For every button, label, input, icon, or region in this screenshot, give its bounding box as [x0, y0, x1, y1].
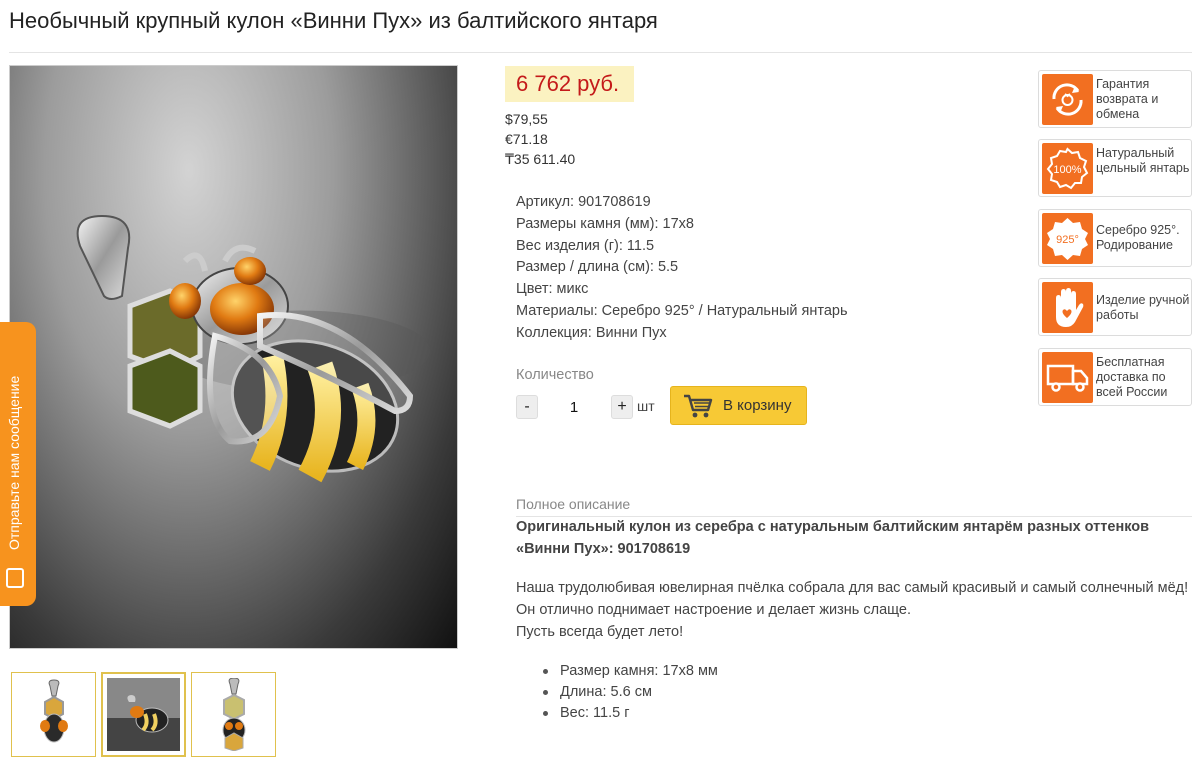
badge-label: Изделие ручной работы	[1096, 293, 1190, 322]
spec-key: Размер / длина (см):	[516, 259, 654, 276]
badge-return-guarantee: Гарантия возврата и обмена	[1038, 70, 1192, 128]
quantity-unit: шт	[637, 398, 655, 414]
badge-label: Бесплатная доставка по всей России	[1096, 355, 1168, 399]
truck-icon	[1042, 352, 1093, 403]
thumbnail-1[interactable]	[11, 672, 96, 757]
quantity-increase-button[interactable]: +	[611, 395, 633, 419]
description-body: Наша трудолюбивая ювелирная пчёлка собра…	[516, 578, 1196, 643]
badge-label: Натуральный цельный янтарь	[1096, 146, 1190, 175]
list-item: Размер камня: 17х8 мм	[543, 661, 718, 682]
spec-value: 5.5	[657, 259, 679, 276]
add-to-cart-button[interactable]: В корзину	[670, 386, 807, 425]
quantity-decrease-button[interactable]: -	[516, 395, 538, 419]
thumbnail-image	[107, 678, 180, 751]
full-description-label: Полное описание	[516, 496, 631, 512]
badge-natural-amber: 100% Натуральный цельный янтарь	[1038, 139, 1192, 197]
silver-925-icon: 925°	[1042, 213, 1093, 264]
spec-value: микс	[556, 281, 589, 298]
price-kzt: ₸35 611.40	[505, 151, 576, 167]
spec-row-materials: Материалы: Серебро 925° / Натуральный янт…	[516, 301, 848, 323]
spec-value: Серебро 925° / Натуральный янтарь	[601, 302, 848, 319]
thumbnail-strip	[11, 672, 276, 757]
price-eur: €71.18	[505, 131, 548, 147]
spec-value: 11.5	[626, 237, 655, 254]
cart-icon	[684, 394, 713, 418]
spec-row-stone-size: Размеры камня (мм): 17х8	[516, 214, 848, 236]
thumbnail-2[interactable]	[101, 672, 186, 757]
spec-row-color: Цвет: микс	[516, 279, 848, 301]
title-divider	[9, 52, 1192, 53]
refresh-ring-icon	[1042, 74, 1093, 125]
feedback-side-tab[interactable]: Отправьте нам сообщение	[0, 322, 36, 606]
icon-caption: 925°	[1056, 234, 1079, 246]
thumbnail-image	[197, 678, 270, 751]
icon-caption: 100%	[1053, 164, 1081, 176]
badge-label: Серебро 925°. Родирование	[1096, 223, 1180, 252]
description-paragraph: Наша трудолюбивая ювелирная пчёлка собра…	[516, 580, 1189, 618]
badge-silver-925: 925° Серебро 925°. Родирование	[1038, 209, 1192, 267]
hand-heart-icon	[1042, 282, 1093, 333]
page-title: Необычный крупный кулон «Винни Пух» из б…	[9, 8, 658, 33]
spec-key: Артикул:	[516, 194, 575, 210]
spec-value: Винни Пух	[595, 324, 667, 341]
spec-row-weight: Вес изделия (г): 11.5	[516, 236, 848, 258]
product-specs: Артикул: 901708619 Размеры камня (мм): 17х…	[516, 192, 848, 345]
price-usd: $79,55	[505, 111, 548, 127]
description-paragraph: Пусть всегда будет лето!	[516, 623, 684, 640]
spec-key: Материалы:	[516, 302, 598, 319]
product-main-image[interactable]	[9, 65, 458, 649]
description-heading: Оригинальный кулон из серебра с натураль…	[516, 519, 1150, 557]
thumbnail-3[interactable]	[191, 672, 276, 757]
spec-row-collection: Коллекция: Винни Пух	[516, 323, 848, 345]
spec-key: Размеры камня (мм):	[516, 215, 659, 232]
list-item: Длина: 5.6 см	[543, 682, 718, 703]
thumbnail-image	[17, 678, 90, 751]
spec-key: Коллекция:	[516, 324, 592, 341]
spec-value: 901708619	[578, 194, 651, 210]
message-icon	[6, 568, 24, 588]
quantity-input[interactable]	[546, 396, 602, 418]
price-rub: 6 762 руб.	[516, 71, 620, 96]
feedback-tab-label: Отправьте нам сообщение	[6, 375, 22, 550]
badge-free-delivery: Бесплатная доставка по всей России	[1038, 348, 1192, 406]
natural-100-icon: 100%	[1042, 143, 1093, 194]
spec-key: Цвет:	[516, 281, 553, 298]
badge-label: Гарантия возврата и обмена	[1096, 77, 1159, 121]
description-bullets: Размер камня: 17х8 мм Длина: 5.6 см Вес:…	[543, 661, 718, 724]
badge-handmade: Изделие ручной работы	[1038, 278, 1192, 336]
spec-value: 17х8	[662, 215, 694, 232]
spec-key: Вес изделия (г):	[516, 237, 623, 254]
list-item: Вес: 11.5 г	[543, 703, 718, 724]
quantity-label: Количество	[516, 367, 594, 383]
spec-row-length: Размер / длина (см): 5.5	[516, 257, 848, 279]
spec-row-article: Артикул: 901708619	[516, 192, 848, 214]
add-to-cart-label: В корзину	[723, 397, 792, 414]
